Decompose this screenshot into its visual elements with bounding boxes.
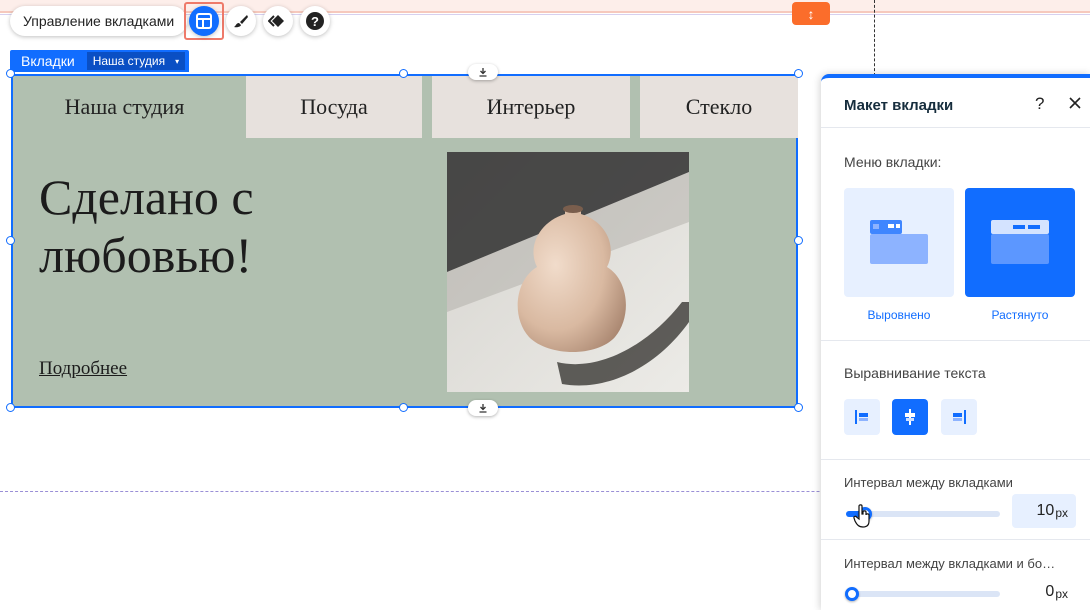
tab-content-spacing-unit: px [1055, 587, 1068, 601]
headline: Сделано с любовью! [39, 168, 254, 284]
hand-cursor-icon [853, 504, 870, 528]
download-arrow-icon [479, 404, 487, 413]
tab-content-spacing-slider[interactable] [846, 591, 1000, 597]
section-divider [821, 340, 1090, 341]
tab-menu-label: Меню вкладки: [844, 154, 942, 170]
text-align-left-button[interactable] [844, 399, 880, 435]
resize-handle[interactable] [794, 403, 803, 412]
text-align-right-button[interactable] [941, 399, 977, 435]
layout-option-stretched[interactable] [965, 188, 1075, 297]
tab-content-spacing-slider-knob[interactable] [845, 587, 859, 601]
component-label[interactable]: Вкладки Наша студия ▾ [10, 50, 190, 72]
tab-label: Посуда [300, 94, 368, 119]
manage-tabs-label: Управление вкладками [23, 13, 175, 29]
help-button[interactable]: ? [300, 6, 330, 36]
resize-handle[interactable] [399, 403, 408, 412]
tab-spacing-label: Интервал между вкладками [844, 475, 1013, 490]
tab-label: Интерьер [486, 94, 576, 119]
tab-label: Стекло [685, 94, 753, 119]
aligned-tabs-icon [870, 220, 928, 264]
right-align-icon [953, 410, 966, 424]
tab-spacing-input[interactable]: 10 px [1012, 494, 1076, 528]
tab-content-spacing-value: 0 [1045, 583, 1055, 600]
vertical-guide-line [874, 0, 875, 76]
resize-handle[interactable] [794, 69, 803, 78]
learn-more-link[interactable]: Подробнее [39, 358, 127, 380]
stretch-bottom-button[interactable] [468, 400, 498, 416]
svg-text:?: ? [311, 14, 319, 29]
tab-interior[interactable]: Интерьер [432, 76, 630, 138]
stretch-top-button[interactable] [468, 64, 498, 80]
component-name: Вкладки [21, 53, 75, 69]
tab-spacing-unit: px [1055, 506, 1068, 520]
tab-glass[interactable]: Стекло [640, 76, 798, 138]
resize-handle[interactable] [794, 236, 803, 245]
design-button[interactable] [226, 6, 256, 36]
paint-brush-icon [234, 15, 248, 28]
stretched-tabs-icon [991, 220, 1049, 264]
help-icon: ? [306, 12, 324, 30]
layout-button[interactable] [189, 6, 219, 36]
tab-spacing-value: 10 [1036, 502, 1055, 519]
animation-icon [268, 15, 284, 27]
layout-icon [196, 13, 212, 29]
animation-button[interactable] [263, 6, 293, 36]
layout-option-label: Выровнено [867, 308, 931, 322]
tab-content-spacing-label: Интервал между вкладками и бо… [844, 556, 1056, 571]
editor-canvas: ↕ Управление вкладками ? Вкладки Наша ст… [0, 0, 1090, 610]
tab-label: Наша студия [64, 94, 185, 119]
current-tab-dropdown[interactable]: Наша студия ▾ [86, 52, 186, 70]
layout-option-aligned[interactable] [844, 188, 954, 297]
tab-layout-panel: Макет вкладки ? Меню вкладки: Выровнено [821, 74, 1090, 610]
chevron-down-icon: ▾ [175, 56, 180, 66]
headline-line: любовью! [39, 227, 253, 283]
headline-line: Сделано с [39, 169, 254, 225]
manage-tabs-button[interactable]: Управление вкладками [10, 6, 188, 36]
center-align-icon [905, 409, 915, 425]
layout-option-label: Растянуто [991, 308, 1049, 322]
resize-handle[interactable] [6, 69, 15, 78]
tab-our-studio[interactable]: Наша студия [13, 76, 236, 138]
vertical-arrows-icon: ↕ [807, 5, 815, 22]
download-arrow-icon [479, 68, 487, 77]
tab-content-spacing-input[interactable]: 0 px [1012, 575, 1076, 609]
help-icon[interactable]: ? [1035, 94, 1044, 114]
resize-handle[interactable] [399, 69, 408, 78]
resize-handle[interactable] [6, 236, 15, 245]
section-divider [821, 539, 1090, 540]
resize-handle[interactable] [6, 403, 15, 412]
text-align-label: Выравнивание текста [844, 365, 986, 381]
current-tab-name: Наша студия [92, 54, 166, 68]
close-icon[interactable] [1067, 95, 1083, 111]
left-align-icon [855, 410, 868, 424]
panel-header: Макет вкладки ? [821, 78, 1090, 128]
vase-image [447, 152, 689, 392]
text-align-center-button[interactable] [892, 399, 928, 435]
tab-tableware[interactable]: Посуда [246, 76, 422, 138]
tabs-widget[interactable]: Наша студия Посуда Интерьер Стекло Сдела… [11, 74, 798, 408]
section-divider [821, 459, 1090, 460]
section-resize-handle[interactable]: ↕ [792, 2, 830, 25]
panel-title: Макет вкладки [844, 97, 954, 114]
